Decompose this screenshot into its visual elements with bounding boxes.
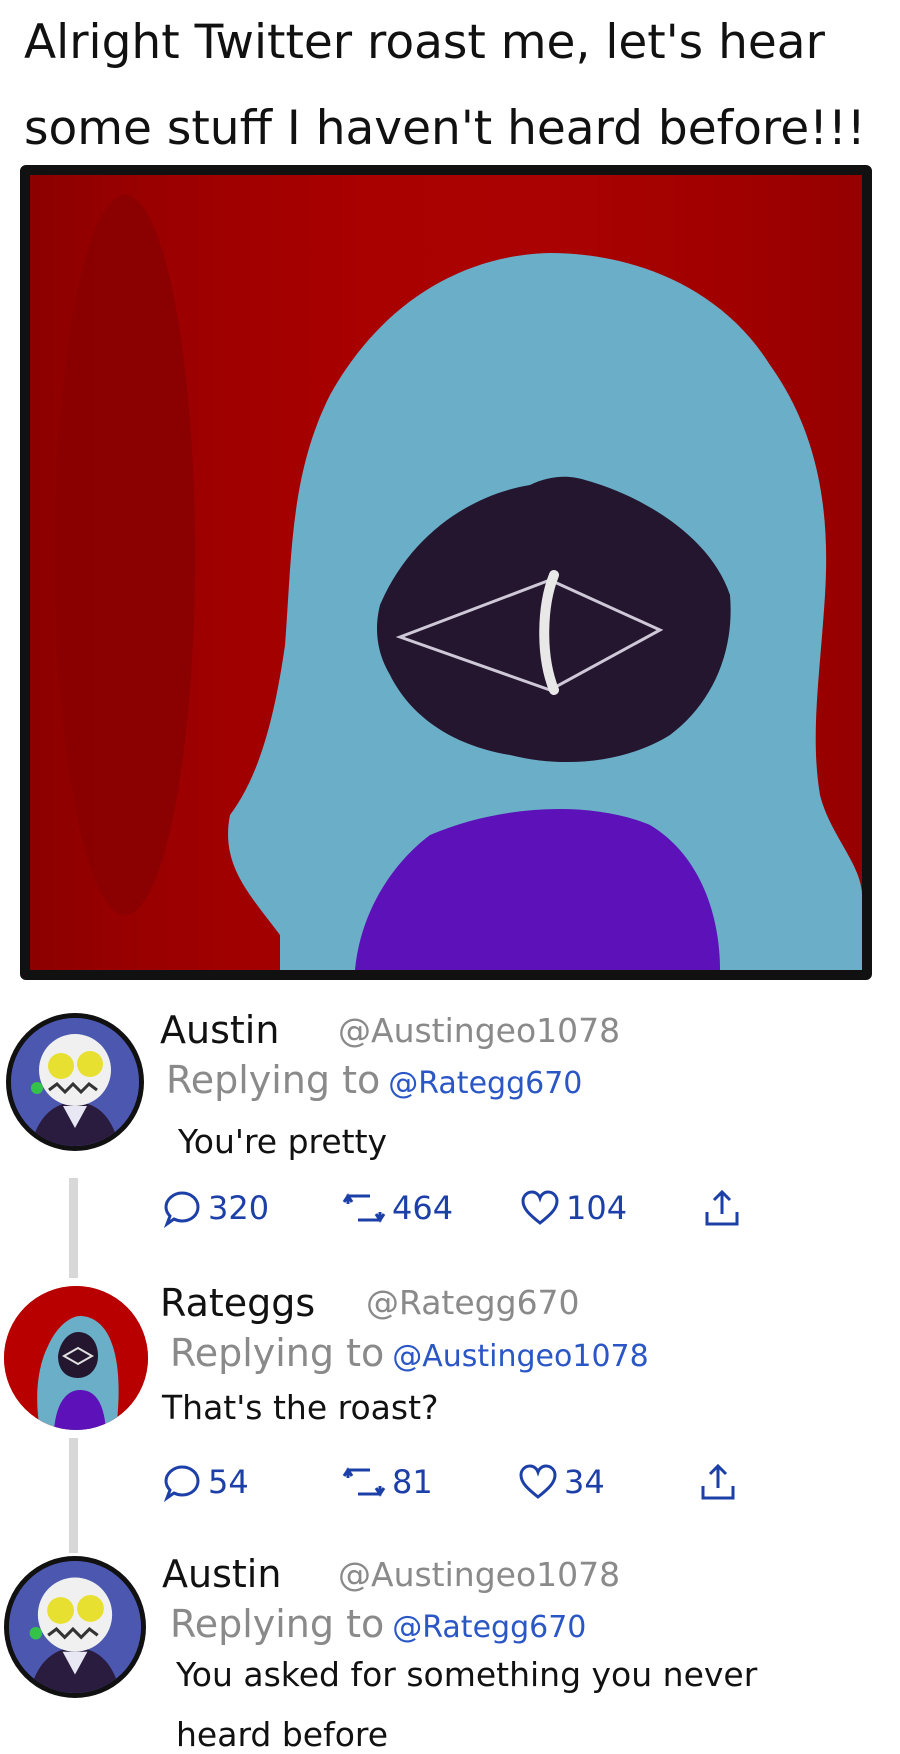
- hooded-avatar-icon: [4, 1286, 148, 1430]
- replying-to-label: Replying to: [170, 1331, 385, 1375]
- reply-button[interactable]: 54: [162, 1462, 249, 1502]
- replying-to-label: Replying to: [166, 1058, 381, 1102]
- like-count: 34: [564, 1463, 605, 1501]
- replying-to-line: Replying to @Austingeo1078: [170, 1331, 649, 1375]
- tweet-author-name[interactable]: Austin: [162, 1552, 281, 1596]
- avatar[interactable]: [4, 1286, 148, 1430]
- heart-icon: [519, 1464, 557, 1499]
- retweet-button[interactable]: 81: [342, 1462, 433, 1502]
- share-icon: [701, 1463, 735, 1500]
- reply-count: 54: [208, 1463, 249, 1501]
- reply-button[interactable]: 320: [162, 1188, 269, 1228]
- replying-to-mention[interactable]: @Austingeo1078: [392, 1339, 648, 1374]
- avatar[interactable]: [6, 1013, 144, 1151]
- tweet-text-line-2: heard before: [176, 1715, 389, 1754]
- avatar[interactable]: [4, 1556, 146, 1698]
- skull-avatar-icon: [9, 1561, 141, 1693]
- tweet-author-name[interactable]: Rateggs: [160, 1281, 315, 1325]
- tweet-actions: 320 464 104: [162, 1188, 762, 1234]
- reply-icon: [163, 1191, 200, 1228]
- tweet-text: That's the roast?: [162, 1388, 439, 1427]
- retweet-icon: [342, 1193, 386, 1223]
- reply-icon: [163, 1465, 200, 1502]
- tweet-text-line-1: You asked for something you never: [176, 1655, 758, 1694]
- retweet-count: 464: [392, 1189, 454, 1227]
- like-button[interactable]: 104: [520, 1188, 627, 1228]
- replying-to-mention[interactable]: @Rategg670: [388, 1066, 582, 1101]
- tweet-author-handle[interactable]: @Rategg670: [366, 1283, 580, 1322]
- tweet-text: You're pretty: [178, 1122, 388, 1161]
- comic-caption: Alright Twitter roast me, let's hear som…: [24, 0, 884, 172]
- retweet-button[interactable]: 464: [342, 1188, 453, 1228]
- skull-avatar-icon: [11, 1018, 139, 1146]
- reply-count: 320: [208, 1189, 270, 1227]
- like-count: 104: [566, 1189, 628, 1227]
- replying-to-mention[interactable]: @Rategg670: [392, 1610, 586, 1645]
- tweet-author-name[interactable]: Austin: [160, 1008, 279, 1052]
- tweet-actions: 54 81 34: [162, 1462, 762, 1508]
- character-illustration: [55, 195, 862, 970]
- replying-to-line: Replying to @Rategg670: [166, 1058, 582, 1102]
- comic-panel: [20, 165, 872, 980]
- caption-line-2: some stuff I haven't heard before!!!: [24, 101, 866, 156]
- thread-connector: [69, 1438, 78, 1553]
- share-button[interactable]: [702, 1188, 742, 1228]
- replying-to-line: Replying to @Rategg670: [170, 1602, 586, 1646]
- retweet-count: 81: [392, 1463, 433, 1501]
- heart-icon: [521, 1190, 559, 1225]
- tweet-author-handle[interactable]: @Austingeo1078: [338, 1555, 620, 1594]
- like-button[interactable]: 34: [518, 1462, 605, 1502]
- tweet-author-handle[interactable]: @Austingeo1078: [338, 1011, 620, 1050]
- caption-line-1: Alright Twitter roast me, let's hear: [24, 15, 825, 70]
- share-icon: [705, 1189, 739, 1226]
- share-button[interactable]: [698, 1462, 738, 1502]
- retweet-icon: [342, 1467, 386, 1497]
- replying-to-label: Replying to: [170, 1602, 385, 1646]
- thread-connector: [69, 1178, 78, 1278]
